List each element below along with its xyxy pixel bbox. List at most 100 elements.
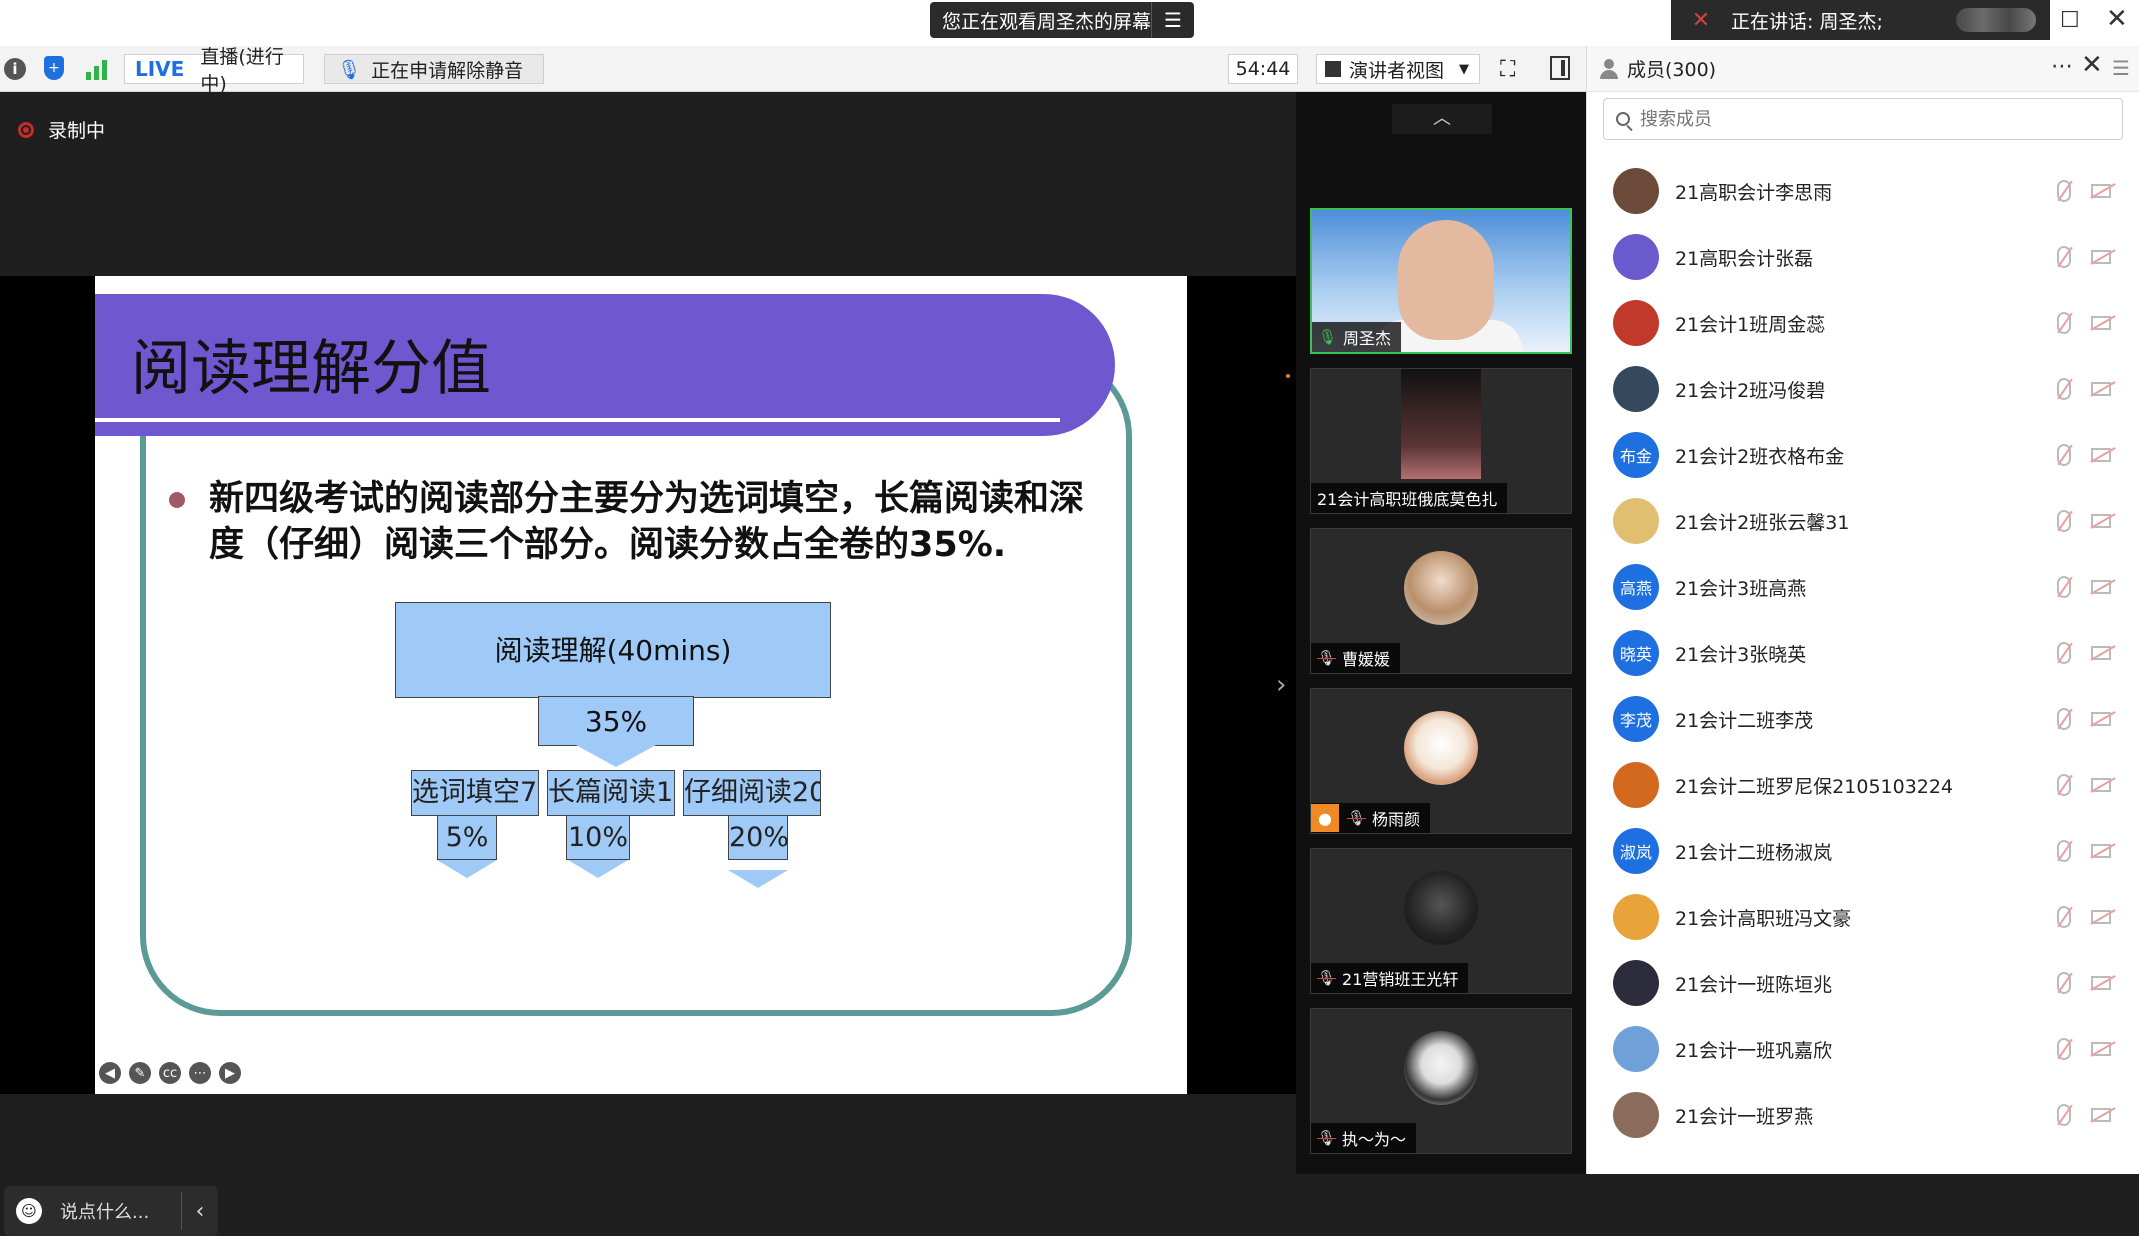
live-status-button[interactable]: LIVE 直播(进行中) bbox=[124, 46, 304, 95]
video-tile[interactable]: 21会计高职班俄底莫色扎 bbox=[1310, 368, 1572, 514]
camera-off-icon[interactable] bbox=[2091, 778, 2111, 792]
video-label: 21会计高职班俄底莫色扎 bbox=[1311, 483, 1508, 513]
member-row[interactable]: 21会计高职班冯文豪 bbox=[1587, 884, 2139, 950]
camera-off-icon[interactable] bbox=[2091, 976, 2111, 990]
maximize-icon[interactable]: ☐ bbox=[2060, 8, 2080, 33]
member-row[interactable]: 21会计一班罗燕 bbox=[1587, 1082, 2139, 1148]
chat-input[interactable]: ☺ 说点什么... ‹ bbox=[4, 1186, 218, 1236]
mic-muted-icon[interactable] bbox=[2057, 246, 2071, 268]
camera-off-icon[interactable] bbox=[2091, 646, 2111, 660]
camera-off-icon[interactable] bbox=[2091, 514, 2111, 528]
share-menu-icon[interactable]: ☰ bbox=[1151, 2, 1194, 38]
live-status-text: 直播(进行中) bbox=[200, 46, 284, 95]
sidebar-toggle-icon[interactable] bbox=[1550, 56, 1570, 80]
member-row[interactable]: 21会计二班罗尼保2105103224 bbox=[1587, 752, 2139, 818]
mic-muted-icon[interactable] bbox=[2057, 1038, 2071, 1060]
pen-icon[interactable]: ✎ bbox=[129, 1062, 151, 1084]
camera-off-icon[interactable] bbox=[2091, 910, 2111, 924]
more-icon[interactable]: ⋯ bbox=[2051, 54, 2073, 79]
member-name: 21会计2班衣格布金 bbox=[1675, 445, 1845, 468]
chevron-down-icon: ▼ bbox=[1459, 61, 1469, 77]
member-search-box[interactable] bbox=[1603, 98, 2123, 140]
video-tile[interactable]: ● 🎙 杨雨颜 bbox=[1310, 688, 1572, 834]
previous-slide-icon[interactable]: ◀ bbox=[99, 1062, 121, 1084]
mic-muted-icon[interactable] bbox=[2057, 378, 2071, 400]
record-icon bbox=[18, 121, 34, 138]
camera-off-icon[interactable] bbox=[2091, 382, 2111, 396]
mic-muted-icon[interactable] bbox=[2057, 180, 2071, 202]
member-name: 21会计高职班冯文豪 bbox=[1675, 907, 1852, 930]
video-name: 杨雨颜 bbox=[1372, 810, 1421, 829]
close-panel-icon[interactable]: ✕ bbox=[2081, 50, 2103, 80]
member-name: 21会计3张晓英 bbox=[1675, 643, 1807, 666]
video-label: 🎙 曹媛媛 bbox=[1311, 643, 1401, 673]
member-name: 21会计二班罗尼保2105103224 bbox=[1675, 775, 1954, 798]
member-row[interactable]: 布金 21会计2班衣格布金 bbox=[1587, 422, 2139, 488]
member-row[interactable]: 21会计一班陈垣兆 bbox=[1587, 950, 2139, 1016]
member-row[interactable]: 李茂 21会计二班李茂 bbox=[1587, 686, 2139, 752]
unmute-request-button[interactable]: 🎙 正在申请解除静音 bbox=[324, 54, 544, 84]
mic-muted-icon: 🎙 bbox=[1317, 969, 1337, 987]
member-name: 21会计一班罗燕 bbox=[1675, 1105, 1814, 1128]
camera-off-icon[interactable] bbox=[2091, 250, 2111, 264]
mic-muted-icon[interactable] bbox=[2057, 774, 2071, 796]
mic-muted-icon[interactable] bbox=[2057, 510, 2071, 532]
member-row[interactable]: 晓英 21会计3张晓英 bbox=[1587, 620, 2139, 686]
menu-icon[interactable]: ☰ bbox=[2112, 56, 2130, 80]
mic-muted-icon[interactable] bbox=[2057, 312, 2071, 334]
network-signal-icon[interactable] bbox=[84, 56, 110, 82]
captions-icon[interactable]: cc bbox=[159, 1062, 181, 1084]
mic-muted-icon[interactable] bbox=[2057, 1104, 2071, 1126]
blurred-region bbox=[1956, 8, 2036, 32]
info-icon[interactable]: i bbox=[4, 58, 26, 80]
member-row[interactable]: 21会计2班张云馨31 bbox=[1587, 488, 2139, 554]
video-tile[interactable]: 🎙 21营销班王光轩 bbox=[1310, 848, 1572, 994]
member-row[interactable]: 21高职会计李思雨 bbox=[1587, 158, 2139, 224]
mic-muted-icon[interactable] bbox=[2057, 972, 2071, 994]
close-window-icon[interactable]: ✕ bbox=[2106, 4, 2128, 34]
mic-muted-icon[interactable] bbox=[2057, 444, 2071, 466]
mic-muted-icon[interactable] bbox=[2057, 642, 2071, 664]
camera-off-icon[interactable] bbox=[2091, 1042, 2111, 1056]
member-row[interactable]: 淑岚 21会计二班杨淑岚 bbox=[1587, 818, 2139, 884]
view-mode-dropdown[interactable]: 演讲者视图 ▼ bbox=[1316, 54, 1480, 84]
video-tile[interactable]: 🎙 周圣杰 bbox=[1310, 208, 1572, 354]
camera-off-icon[interactable] bbox=[2091, 448, 2111, 462]
chevron-left-icon[interactable]: ‹ bbox=[181, 1192, 218, 1230]
fullscreen-icon[interactable]: ⛶ bbox=[1500, 54, 1515, 84]
video-tile[interactable]: 🎙 曹媛媛 bbox=[1310, 528, 1572, 674]
security-shield-icon[interactable]: + bbox=[44, 56, 64, 80]
mic-muted-icon[interactable] bbox=[2057, 840, 2071, 862]
avatar bbox=[1404, 1031, 1478, 1105]
camera-off-icon[interactable] bbox=[2091, 316, 2111, 330]
member-name: 21会计一班巩嘉欣 bbox=[1675, 1039, 1833, 1062]
mic-muted-icon[interactable] bbox=[2057, 708, 2071, 730]
camera-off-icon[interactable] bbox=[2091, 1108, 2111, 1122]
next-slide-icon[interactable]: ▶ bbox=[219, 1062, 241, 1084]
member-search-input[interactable] bbox=[1638, 107, 2082, 131]
video-label: 🎙 周圣杰 bbox=[1312, 322, 1402, 352]
speaker-view-icon bbox=[1325, 61, 1341, 77]
camera-off-icon[interactable] bbox=[2091, 844, 2111, 858]
chevron-up-icon[interactable]: ︿ bbox=[1392, 104, 1492, 134]
camera-off-icon[interactable] bbox=[2091, 712, 2111, 726]
chevron-right-icon[interactable]: › bbox=[1276, 670, 1286, 700]
member-row[interactable]: 21会计1班周金蕊 bbox=[1587, 290, 2139, 356]
mic-muted-icon[interactable] bbox=[2057, 576, 2071, 598]
camera-off-icon[interactable] bbox=[2091, 184, 2111, 198]
member-row[interactable]: 21会计一班巩嘉欣 bbox=[1587, 1016, 2139, 1082]
reading-total-box: 阅读理解(40mins) bbox=[395, 602, 831, 698]
member-row[interactable]: 21高职会计张磊 bbox=[1587, 224, 2139, 290]
members-header: 成员(300) ⋯ ✕ ☰ bbox=[1587, 46, 2139, 92]
mic-muted-icon[interactable] bbox=[2057, 906, 2071, 928]
video-tile[interactable]: 🎙 执～为～ bbox=[1310, 1008, 1572, 1154]
camera-off-icon[interactable] bbox=[2091, 580, 2111, 594]
member-row[interactable]: 高燕 21会计3班高燕 bbox=[1587, 554, 2139, 620]
member-name: 21高职会计张磊 bbox=[1675, 247, 1814, 270]
more-icon[interactable]: ⋯ bbox=[189, 1062, 211, 1084]
emoji-icon[interactable]: ☺ bbox=[16, 1198, 42, 1224]
member-avatar bbox=[1613, 300, 1659, 346]
member-row[interactable]: 21会计2班冯俊碧 bbox=[1587, 356, 2139, 422]
slide-nav-controls: ◀ ✎ cc ⋯ ▶ bbox=[95, 1062, 241, 1084]
part-percent-long-reading: 10% bbox=[566, 816, 630, 860]
